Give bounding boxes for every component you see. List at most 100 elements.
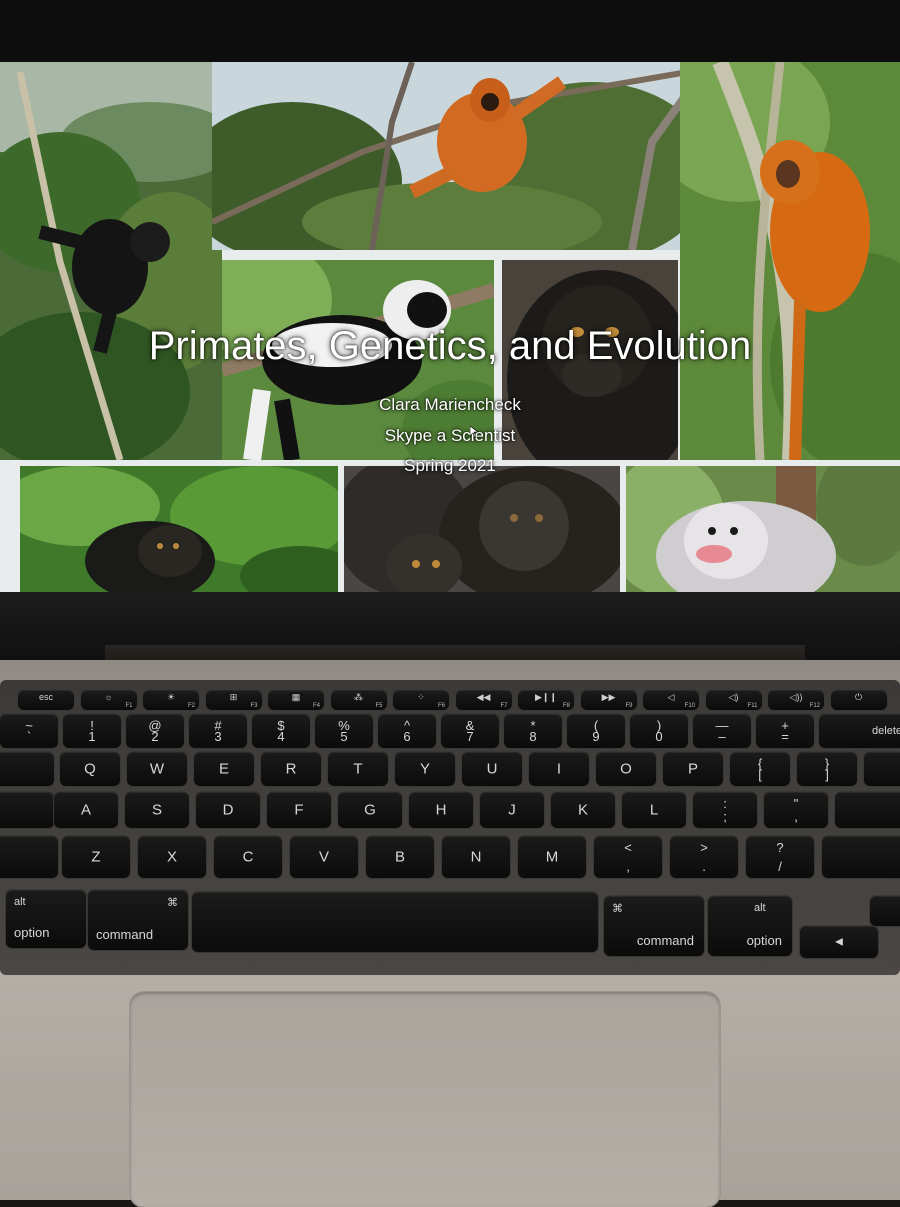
option-key-left[interactable]: alt option xyxy=(6,890,86,948)
key-punct-z-0[interactable]: <, xyxy=(594,836,662,878)
key-punct-z-2[interactable]: ? / xyxy=(746,836,814,878)
arrow-up-key[interactable] xyxy=(870,896,900,926)
key-label: 7 xyxy=(466,729,474,744)
key-n[interactable]: N xyxy=(442,836,510,878)
delete-label: delete xyxy=(872,725,900,737)
key-1[interactable]: ! 1 xyxy=(63,714,121,748)
key-shift-label: > xyxy=(700,840,708,855)
key-p[interactable]: P xyxy=(663,752,723,786)
key-e[interactable]: E xyxy=(194,752,254,786)
delete-key[interactable]: delete xyxy=(819,714,900,748)
key-backslash[interactable] xyxy=(864,752,900,786)
key-w[interactable]: W xyxy=(127,752,187,786)
key-punct-z-1[interactable]: >. xyxy=(670,836,738,878)
key-f[interactable]: F xyxy=(267,792,331,828)
function-key-f10[interactable]: ◁ F10 xyxy=(643,690,699,710)
command-key-right[interactable]: ⌘ command xyxy=(604,896,704,956)
function-key-f3[interactable]: ⊞ F3 xyxy=(205,690,262,710)
function-key-symbol: ▦ xyxy=(291,692,301,702)
photo-snub-nosed-monkey xyxy=(626,466,900,592)
key-d[interactable]: D xyxy=(196,792,260,828)
key-5[interactable]: % 5 xyxy=(315,714,373,748)
shift-key-left[interactable] xyxy=(0,836,58,878)
key-o[interactable]: O xyxy=(596,752,656,786)
key-c[interactable]: C xyxy=(214,836,282,878)
command-key-left[interactable]: ⌘ command xyxy=(88,890,188,950)
key-m[interactable]: M xyxy=(518,836,586,878)
key-label: [ xyxy=(758,767,762,782)
key-label: B xyxy=(394,848,405,866)
key-4[interactable]: $4 xyxy=(252,714,310,748)
arrow-left-key[interactable]: ◀ xyxy=(800,926,878,958)
key-u[interactable]: U xyxy=(462,752,522,786)
key-g[interactable]: G xyxy=(338,792,402,828)
key-9[interactable]: (9 xyxy=(567,714,625,748)
key-2[interactable]: @2 xyxy=(126,714,184,748)
key-s[interactable]: S xyxy=(125,792,189,828)
presenter-name: Clara Mariencheck xyxy=(379,395,521,414)
photo-gorilla-leaves xyxy=(20,466,338,592)
key-bracket-0[interactable]: {[ xyxy=(730,752,790,786)
key-q[interactable]: Q xyxy=(60,752,120,786)
key-l[interactable]: L xyxy=(622,792,686,828)
function-key-label: F11 xyxy=(747,703,758,709)
function-key-power[interactable]: ⏻ xyxy=(830,690,887,710)
function-key-label: F6 xyxy=(437,703,445,709)
presentation-date: Spring 2021 xyxy=(404,456,496,475)
function-key-f7[interactable]: ◀◀ F7 xyxy=(455,690,512,710)
function-key-label: F2 xyxy=(187,703,195,709)
function-key-f9[interactable]: ▶▶ F9 xyxy=(580,690,637,710)
key-t[interactable]: T xyxy=(328,752,388,786)
key-i[interactable]: I xyxy=(529,752,589,786)
space-bar[interactable] xyxy=(192,892,598,952)
key-z[interactable]: Z xyxy=(62,836,130,878)
key-k[interactable]: K xyxy=(551,792,615,828)
key-j[interactable]: J xyxy=(480,792,544,828)
key-h[interactable]: H xyxy=(409,792,473,828)
key-label: 6 xyxy=(403,729,411,744)
tab-key[interactable] xyxy=(0,752,54,786)
photo-gorilla-family xyxy=(344,466,620,592)
key-y[interactable]: Y xyxy=(395,752,455,786)
key-b[interactable]: B xyxy=(366,836,434,878)
function-key-esc[interactable]: esc xyxy=(18,690,74,710)
function-key-f6[interactable]: ⁘ F6 xyxy=(393,690,449,710)
function-key-f4[interactable]: ▦ F4 xyxy=(268,690,324,710)
function-key-f12[interactable]: ◁)) F12 xyxy=(768,690,824,710)
function-key-label: F9 xyxy=(625,703,633,709)
key-a[interactable]: A xyxy=(54,792,118,828)
key-label: 5 xyxy=(340,729,348,744)
key-=[interactable]: + = xyxy=(756,714,814,748)
key-0[interactable]: ) 0 xyxy=(630,714,688,748)
function-key-symbol: ◁ xyxy=(667,692,675,702)
key-7[interactable]: & 7 xyxy=(441,714,499,748)
return-key[interactable] xyxy=(835,792,900,828)
key-`[interactable]: ~ ` xyxy=(0,714,58,748)
key-r[interactable]: R xyxy=(261,752,321,786)
key-–[interactable]: — – xyxy=(693,714,751,748)
shift-key-right[interactable] xyxy=(822,836,900,878)
key-bracket-1[interactable]: }] xyxy=(797,752,857,786)
mouse-cursor-icon xyxy=(470,426,478,438)
trackpad[interactable] xyxy=(130,992,720,1207)
key-label: N xyxy=(470,848,482,866)
key-label: K xyxy=(577,801,588,819)
key-label: H xyxy=(435,801,447,819)
function-key-f1[interactable]: ☼ F1 xyxy=(80,690,137,710)
option-key-right[interactable]: alt option xyxy=(708,896,792,956)
caps-lock-key[interactable] xyxy=(0,792,54,828)
key-punct-0[interactable]: :; xyxy=(693,792,757,828)
key-x[interactable]: X xyxy=(138,836,206,878)
function-key-f8[interactable]: ▶❙❙ F8 xyxy=(518,690,574,710)
option-label: option xyxy=(14,925,50,940)
key-v[interactable]: V xyxy=(290,836,358,878)
function-key-f5[interactable]: ⁂ F5 xyxy=(330,690,387,710)
key-3[interactable]: #3 xyxy=(189,714,247,748)
command-label: command xyxy=(636,933,694,948)
function-key-f2[interactable]: ☀ F2 xyxy=(143,690,199,710)
key-8[interactable]: * 8 xyxy=(504,714,562,748)
key-label: ` xyxy=(26,729,32,744)
key-punct-1[interactable]: ", xyxy=(764,792,828,828)
key-6[interactable]: ^ 6 xyxy=(378,714,436,748)
function-key-f11[interactable]: ◁) F11 xyxy=(705,690,762,710)
